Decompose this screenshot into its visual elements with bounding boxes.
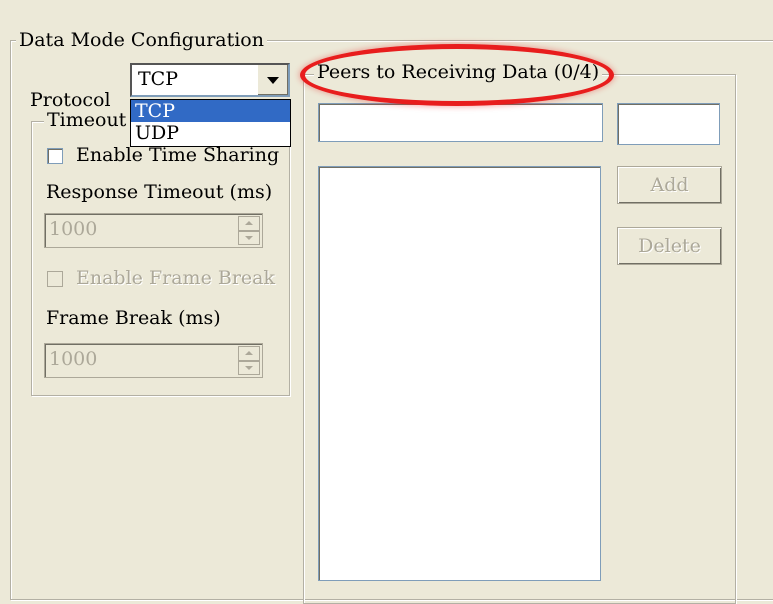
arrow-down-icon bbox=[245, 235, 253, 240]
dropdown-option-tcp[interactable]: TCP bbox=[131, 100, 290, 122]
chevron-down-icon bbox=[267, 76, 279, 84]
spin-up-button[interactable] bbox=[238, 346, 260, 361]
add-button-label: Add bbox=[650, 174, 689, 196]
frame-break-value: 1000 bbox=[49, 348, 98, 370]
enable-frame-break-checkbox[interactable] bbox=[47, 271, 63, 287]
peer-port-input[interactable] bbox=[617, 103, 720, 145]
protocol-dropdown-button[interactable] bbox=[257, 65, 288, 95]
highlight-ellipse bbox=[300, 44, 614, 106]
response-timeout-value: 1000 bbox=[49, 218, 98, 240]
add-button[interactable]: Add bbox=[617, 166, 722, 204]
arrow-up-icon bbox=[245, 221, 253, 226]
response-timeout-spin-buttons[interactable] bbox=[238, 216, 260, 245]
arrow-down-icon bbox=[245, 365, 253, 370]
protocol-combobox[interactable]: TCP bbox=[130, 63, 290, 97]
peers-listbox[interactable] bbox=[318, 166, 601, 581]
enable-time-sharing-checkbox[interactable] bbox=[47, 148, 63, 164]
dropdown-option-udp[interactable]: UDP bbox=[131, 122, 290, 144]
data-mode-title: Data Mode Configuration bbox=[16, 28, 267, 52]
delete-button-label: Delete bbox=[638, 235, 701, 257]
frame-break-spinbox[interactable]: 1000 bbox=[44, 343, 263, 378]
spin-up-button[interactable] bbox=[238, 216, 260, 231]
protocol-dropdown-list[interactable]: TCP UDP bbox=[130, 99, 291, 147]
response-timeout-spinbox[interactable]: 1000 bbox=[44, 213, 263, 248]
delete-button[interactable]: Delete bbox=[617, 227, 722, 265]
protocol-value: TCP bbox=[138, 68, 178, 90]
frame-break-spin-buttons[interactable] bbox=[238, 346, 260, 375]
frame-break-label: Frame Break (ms) bbox=[46, 307, 221, 329]
response-timeout-label: Response Timeout (ms) bbox=[46, 181, 273, 203]
arrow-up-icon bbox=[245, 351, 253, 356]
spin-down-button[interactable] bbox=[238, 360, 260, 375]
peer-ip-input[interactable] bbox=[318, 103, 603, 142]
spin-down-button[interactable] bbox=[238, 230, 260, 245]
enable-frame-break-label: Enable Frame Break bbox=[76, 267, 275, 289]
